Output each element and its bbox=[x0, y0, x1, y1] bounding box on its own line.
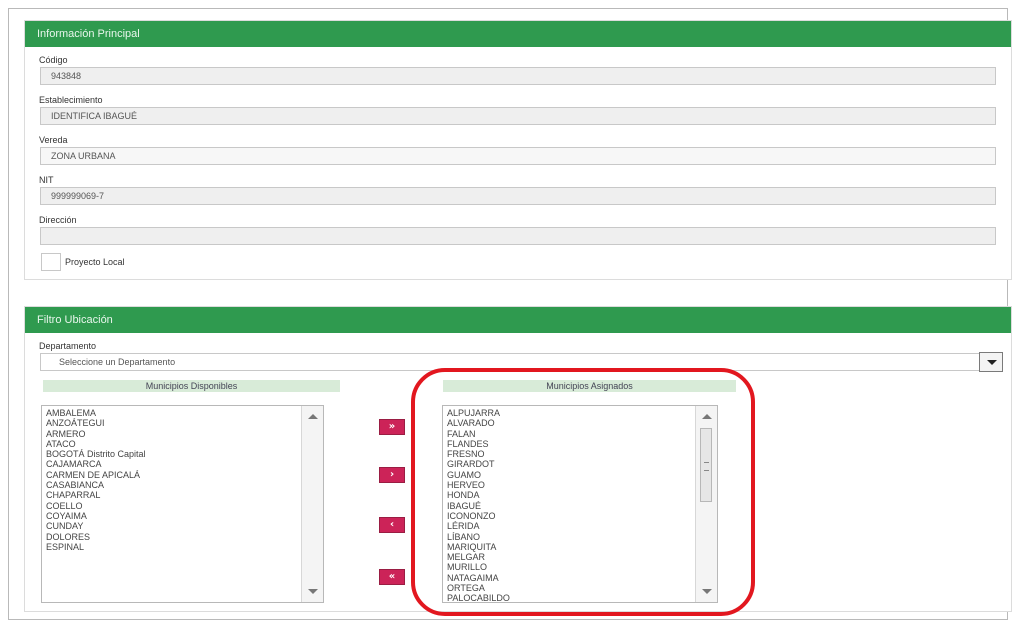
main-info-panel: Información Principal Código 943848 Esta… bbox=[24, 20, 1012, 280]
disponibles-item[interactable]: BOGOTÁ Distrito Capital bbox=[46, 449, 297, 459]
disponibles-scroll-up-icon[interactable] bbox=[308, 414, 318, 419]
disponibles-item[interactable]: ATACO bbox=[46, 439, 297, 449]
disponibles-item[interactable]: COELLO bbox=[46, 501, 297, 511]
proyecto-local-label: Proyecto Local bbox=[65, 257, 125, 267]
disponibles-item[interactable]: CHAPARRAL bbox=[46, 490, 297, 500]
remove-all-button[interactable]: « bbox=[379, 569, 405, 585]
add-selected-button[interactable]: › bbox=[379, 467, 405, 483]
nit-label: NIT bbox=[39, 175, 54, 185]
remove-selected-button[interactable]: ‹ bbox=[379, 517, 405, 533]
disponibles-scroll-down-icon[interactable] bbox=[308, 589, 318, 594]
disponibles-item[interactable]: CUNDAY bbox=[46, 521, 297, 531]
disponibles-item[interactable]: CARMEN DE APICALÁ bbox=[46, 470, 297, 480]
disponibles-item[interactable]: ESPINAL bbox=[46, 542, 297, 552]
departamento-label: Departamento bbox=[39, 341, 97, 351]
disponibles-items: AMBALEMA ANZOÁTEGUI ARMERO ATACO BOGOTÁ Dist… bbox=[46, 408, 297, 552]
disponibles-item[interactable]: AMBALEMA bbox=[46, 408, 297, 418]
disponibles-item[interactable]: COYAIMA bbox=[46, 511, 297, 521]
vereda-label: Vereda bbox=[39, 135, 68, 145]
disponibles-scrollbar[interactable] bbox=[301, 406, 323, 602]
codigo-label: Código bbox=[39, 55, 68, 65]
departamento-dropdown-button[interactable] bbox=[979, 352, 1003, 372]
establecimiento-label: Establecimiento bbox=[39, 95, 103, 105]
proyecto-local-checkbox[interactable] bbox=[41, 253, 61, 271]
codigo-field[interactable]: 943848 bbox=[40, 67, 996, 85]
disponibles-item[interactable]: CAJAMARCA bbox=[46, 459, 297, 469]
nit-field[interactable]: 999999069-7 bbox=[40, 187, 996, 205]
direccion-label: Dirección bbox=[39, 215, 77, 225]
vereda-field[interactable]: ZONA URBANA bbox=[40, 147, 996, 165]
establecimiento-field[interactable]: IDENTIFICA IBAGUÉ bbox=[40, 107, 996, 125]
disponibles-item[interactable]: ARMERO bbox=[46, 429, 297, 439]
disponibles-title: Municipios Disponibles bbox=[43, 380, 340, 392]
municipios-disponibles-list[interactable]: AMBALEMA ANZOÁTEGUI ARMERO ATACO BOGOTÁ Dist… bbox=[41, 405, 324, 603]
disponibles-item[interactable]: CASABIANCA bbox=[46, 480, 297, 490]
main-info-header: Información Principal bbox=[25, 21, 1011, 47]
disponibles-item[interactable]: DOLORES bbox=[46, 532, 297, 542]
direccion-field[interactable] bbox=[40, 227, 996, 245]
assigned-list-highlight bbox=[411, 368, 755, 616]
disponibles-item[interactable]: ANZOÁTEGUI bbox=[46, 418, 297, 428]
filter-location-header: Filtro Ubicación bbox=[25, 307, 1011, 333]
add-all-button[interactable]: » bbox=[379, 419, 405, 435]
